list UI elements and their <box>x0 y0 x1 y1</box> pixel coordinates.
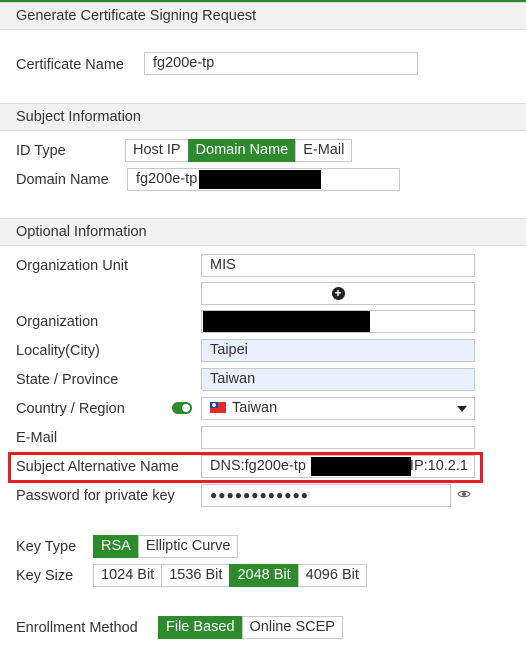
email-label: E-Mail <box>16 430 58 446</box>
redaction-block <box>203 311 370 332</box>
id-type-domain-name[interactable]: Domain Name <box>187 139 297 162</box>
enrollment-method-selector: File Based Online SCEP <box>158 616 343 639</box>
key-size-2048[interactable]: 2048 Bit <box>229 564 299 587</box>
key-size-label: Key Size <box>16 568 74 584</box>
country-toggle[interactable] <box>172 402 192 414</box>
locality-label: Locality(City) <box>16 343 100 359</box>
state-province-input[interactable]: Taiwan <box>201 368 475 391</box>
id-type-host-ip[interactable]: Host IP <box>125 139 189 162</box>
dialog-title: Generate Certificate Signing Request <box>0 2 526 30</box>
country-select[interactable]: Taiwan <box>201 397 475 420</box>
key-type-elliptic-curve[interactable]: Elliptic Curve <box>137 535 239 558</box>
enrollment-method-label: Enrollment Method <box>16 620 138 636</box>
organization-label: Organization <box>16 314 99 330</box>
taiwan-flag-icon <box>210 402 226 413</box>
id-type-selector: Host IP Domain Name E-Mail <box>125 139 353 162</box>
redaction-block <box>199 170 321 189</box>
id-type-email[interactable]: E-Mail <box>295 139 353 162</box>
certificate-name-label: Certificate Name <box>16 57 124 73</box>
add-organization-unit-button[interactable]: + <box>201 282 475 305</box>
email-input[interactable] <box>201 426 475 449</box>
key-size-4096[interactable]: 4096 Bit <box>297 564 367 587</box>
chevron-down-icon <box>457 406 467 412</box>
subject-information-header: Subject Information <box>0 103 526 131</box>
plus-circle-icon: + <box>331 287 345 300</box>
key-size-1024[interactable]: 1024 Bit <box>93 564 163 587</box>
enrollment-online-scep[interactable]: Online SCEP <box>241 616 343 639</box>
key-type-rsa[interactable]: RSA <box>93 535 139 558</box>
country-value: Taiwan <box>232 400 278 416</box>
domain-name-label: Domain Name <box>16 172 109 188</box>
subject-alternative-name-highlight <box>8 452 483 483</box>
eye-icon[interactable] <box>457 487 471 501</box>
password-input[interactable]: ●●●●●●●●●●●● <box>201 484 451 507</box>
key-size-selector: 1024 Bit 1536 Bit 2048 Bit 4096 Bit <box>93 564 367 587</box>
id-type-label: ID Type <box>16 143 66 159</box>
organization-unit-input[interactable]: MIS <box>201 254 475 277</box>
password-label: Password for private key <box>16 488 175 504</box>
key-type-selector: RSA Elliptic Curve <box>93 535 239 558</box>
certificate-name-input[interactable]: fg200e-tp <box>144 52 418 75</box>
key-type-label: Key Type <box>16 539 77 555</box>
enrollment-file-based[interactable]: File Based <box>158 616 243 639</box>
optional-information-header: Optional Information <box>0 218 526 246</box>
state-province-label: State / Province <box>16 372 119 388</box>
locality-input[interactable]: Taipei <box>201 339 475 362</box>
key-size-1536[interactable]: 1536 Bit <box>161 564 231 587</box>
domain-name-value: fg200e-tp <box>136 171 198 187</box>
country-region-label: Country / Region <box>16 401 125 417</box>
organization-unit-label: Organization Unit <box>16 258 129 274</box>
